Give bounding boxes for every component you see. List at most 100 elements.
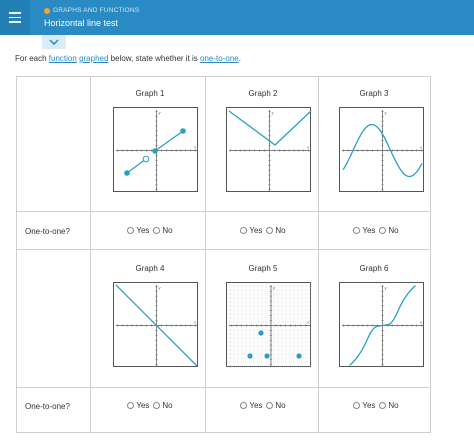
function-link[interactable]: function [49, 54, 77, 63]
graphs-table: One-to-one? One-to-one? Graph 1 xy Yes N… [16, 76, 431, 433]
row-label-one-to-one: One-to-one? [25, 402, 70, 411]
radio-circle [127, 402, 135, 409]
yes-label: Yes [136, 401, 150, 410]
no-label: No [275, 226, 286, 235]
graph-3-no-radio[interactable]: No [379, 226, 399, 235]
radio-circle [153, 227, 161, 234]
graph-6-no-radio[interactable]: No [379, 401, 399, 410]
scatter-point [296, 353, 302, 359]
top-header: GRAPHS AND FUNCTIONS Horizontal line tes… [0, 0, 474, 35]
table-divider [17, 211, 430, 212]
no-label: No [388, 401, 399, 410]
graph-3-plot: xy [339, 107, 424, 192]
scatter-point [258, 330, 264, 336]
yes-label: Yes [136, 226, 150, 235]
y-axis-label: y [384, 285, 388, 290]
graph-6-yes-radio[interactable]: Yes [353, 401, 375, 410]
instruction-suffix: . [238, 54, 241, 63]
table-divider [205, 77, 206, 432]
radio-circle [127, 227, 135, 234]
yes-label: Yes [249, 226, 263, 235]
graph-1-no-radio[interactable]: No [153, 226, 173, 235]
graph-3-answer: Yes No [321, 226, 431, 235]
y-axis-label: y [271, 110, 275, 115]
closed-endpoint [124, 170, 130, 176]
x-axis-label: x [193, 320, 197, 325]
menu-button[interactable] [0, 0, 30, 35]
no-label: No [162, 226, 173, 235]
x-axis-label: x [419, 145, 423, 150]
radio-circle [266, 227, 274, 234]
row-label-one-to-one: One-to-one? [25, 227, 70, 236]
graph-2-title: Graph 2 [248, 89, 278, 98]
graph-4-answer: Yes No [95, 401, 205, 410]
graph-2-yes-radio[interactable]: Yes [240, 226, 262, 235]
segment-line [154, 130, 184, 152]
y-axis-label: y [384, 110, 388, 115]
graph-4-plot: xy [113, 282, 198, 367]
graph-1-title: Graph 1 [135, 89, 165, 98]
graph-5-yes-radio[interactable]: Yes [240, 401, 262, 410]
radio-circle [240, 402, 248, 409]
x-axis-label: x [419, 320, 423, 325]
yes-label: Yes [362, 401, 376, 410]
graph-2-plot: xy [226, 107, 312, 192]
one-to-one-link[interactable]: one-to-one [200, 54, 239, 63]
table-divider [17, 387, 430, 388]
graph-5-plot: xy [226, 282, 312, 368]
yes-label: Yes [249, 401, 263, 410]
graph-1-plot: xy [113, 107, 198, 192]
graph-5-title: Graph 5 [248, 264, 278, 273]
no-label: No [388, 226, 399, 235]
y-axis-label: y [158, 285, 162, 290]
graph-2-answer: Yes No [208, 226, 318, 235]
graph-3-title: Graph 3 [359, 89, 389, 98]
graph-1-answer: Yes No [95, 226, 205, 235]
yes-label: Yes [362, 226, 376, 235]
radio-circle [266, 402, 274, 409]
x-axis-label: x [193, 145, 197, 150]
graph-1-yes-radio[interactable]: Yes [127, 226, 149, 235]
collapse-toggle[interactable] [42, 35, 66, 49]
breadcrumb-text: GRAPHS AND FUNCTIONS [53, 7, 140, 14]
scatter-point [264, 353, 270, 359]
graph-6-answer: Yes No [321, 401, 431, 410]
graph-3-yes-radio[interactable]: Yes [353, 226, 375, 235]
page-title: Horizontal line test [44, 18, 119, 28]
no-label: No [275, 401, 286, 410]
radio-circle [379, 402, 387, 409]
graph-6-plot: xy [339, 282, 424, 367]
x-axis-label: x [306, 145, 310, 150]
table-divider [318, 77, 319, 432]
menu-icon-bar [9, 21, 21, 23]
radio-circle [379, 227, 387, 234]
graph-5-no-radio[interactable]: No [266, 401, 286, 410]
graph-4-yes-radio[interactable]: Yes [127, 401, 149, 410]
graph-6-title: Graph 6 [359, 264, 389, 273]
instruction-prefix: For each [15, 54, 49, 63]
scatter-point [247, 353, 253, 359]
menu-icon-bar [9, 16, 21, 19]
graph-4-title: Graph 4 [135, 264, 165, 273]
open-endpoint [142, 155, 150, 163]
menu-icon-bar [9, 12, 21, 14]
closed-endpoint [180, 128, 186, 134]
table-divider [17, 249, 430, 250]
graph-5-answer: Yes No [208, 401, 318, 410]
closed-endpoint [152, 148, 158, 154]
graphed-link[interactable]: graphed [79, 54, 108, 63]
radio-circle [153, 402, 161, 409]
graph-2-no-radio[interactable]: No [266, 226, 286, 235]
topic-status-icon [44, 7, 50, 14]
graph-4-no-radio[interactable]: No [153, 401, 173, 410]
instruction-middle: below, state whether it is [108, 54, 201, 63]
y-axis-label: y [158, 110, 162, 115]
radio-circle [353, 227, 361, 234]
instruction-text: For each function graphed below, state w… [15, 54, 241, 63]
breadcrumb: GRAPHS AND FUNCTIONS [44, 7, 139, 14]
chevron-down-icon [49, 39, 59, 45]
radio-circle [353, 402, 361, 409]
no-label: No [162, 401, 173, 410]
table-divider [90, 77, 91, 432]
radio-circle [240, 227, 248, 234]
